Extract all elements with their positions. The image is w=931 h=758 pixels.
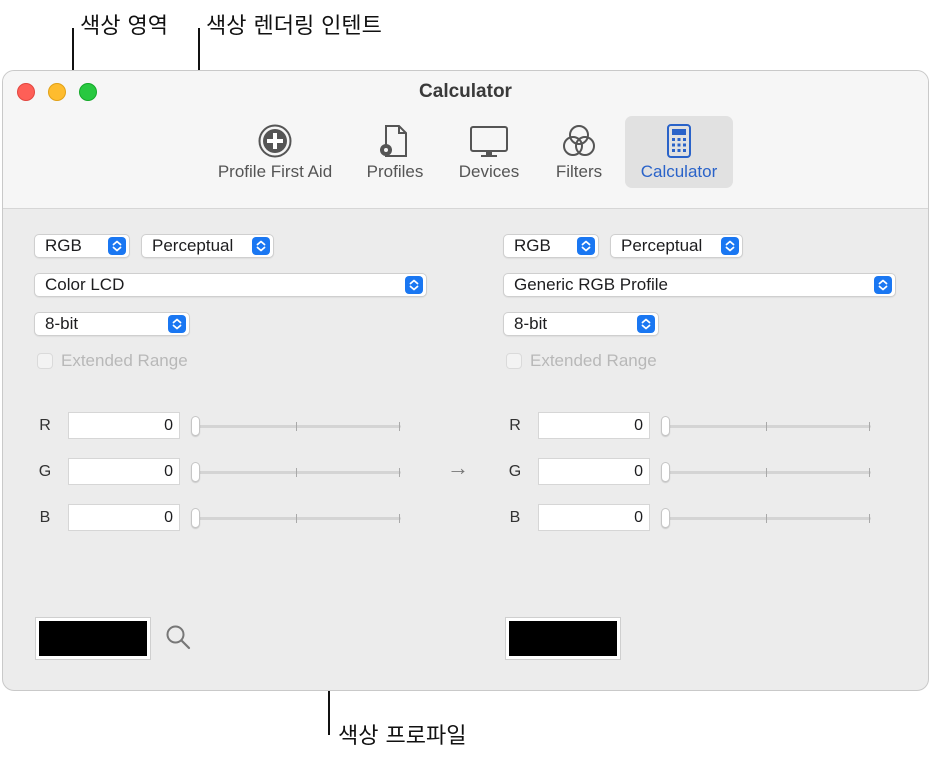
chevron-updown-icon — [252, 237, 270, 255]
window-title: Calculator — [419, 81, 512, 102]
slider-tick — [296, 422, 297, 431]
first-aid-icon — [258, 124, 292, 158]
left-channel-r-label: R — [39, 417, 51, 434]
slider-tick — [296, 468, 297, 477]
magnifier-icon[interactable] — [165, 624, 191, 650]
slider-tick — [766, 422, 767, 431]
right-bit-depth-popup[interactable]: 8-bit — [503, 312, 659, 336]
callout-rendering-intent: 색상 렌더링 인텐트 — [206, 14, 382, 39]
left-extended-range-checkbox[interactable] — [37, 353, 53, 369]
left-channel-r-slider[interactable] — [193, 425, 401, 428]
right-rendering-intent-popup[interactable]: Perceptual — [610, 234, 743, 258]
callout-color-space: 색상 영역 — [80, 14, 168, 39]
slider-tick — [869, 422, 870, 431]
right-channel-r-slider[interactable] — [663, 425, 871, 428]
slider-tick — [399, 468, 400, 477]
calculator-window: Calculator Profile First Aid Profiles De… — [2, 70, 929, 691]
right-channel-g-label: G — [508, 463, 522, 480]
toolbar-item-calculator[interactable]: Calculator — [625, 116, 733, 188]
calculator-icon — [667, 124, 691, 158]
right-channel-b-label: B — [509, 509, 521, 526]
right-channel-r-label: R — [509, 417, 521, 434]
popup-value: Perceptual — [152, 236, 234, 255]
filters-icon — [563, 125, 595, 156]
slider-tick — [399, 422, 400, 431]
right-channel-b-slider[interactable] — [663, 517, 871, 520]
left-channel-b-label: B — [39, 509, 51, 526]
slider-knob[interactable] — [661, 508, 670, 528]
slider-knob[interactable] — [191, 508, 200, 528]
left-channel-g-slider[interactable] — [193, 471, 401, 474]
right-extended-range-checkbox[interactable] — [506, 353, 522, 369]
slider-tick — [399, 514, 400, 523]
conversion-arrow-icon: → — [447, 455, 469, 480]
chevron-updown-icon — [637, 315, 655, 333]
popup-value: 8-bit — [514, 314, 548, 333]
slider-knob[interactable] — [191, 416, 200, 436]
popup-value: Color LCD — [45, 275, 125, 294]
left-channel-g-label: G — [38, 463, 52, 480]
slider-knob[interactable] — [191, 462, 200, 482]
right-channel-g-slider[interactable] — [663, 471, 871, 474]
popup-value: RGB — [45, 236, 82, 255]
right-channel-b-field[interactable]: 0 — [538, 504, 650, 531]
toolbar-item-profile-first-aid[interactable]: Profile First Aid — [203, 116, 347, 188]
chevron-updown-icon — [168, 315, 186, 333]
toolbar-label: Filters — [555, 162, 603, 181]
slider-knob[interactable] — [661, 462, 670, 482]
left-color-space-popup[interactable]: RGB — [34, 234, 130, 258]
toolbar-label: Profiles — [366, 162, 424, 181]
right-extended-range-label: Extended Range — [530, 351, 657, 370]
popup-value: Generic RGB Profile — [514, 275, 668, 294]
chevron-updown-icon — [108, 237, 126, 255]
slider-tick — [869, 468, 870, 477]
right-color-space-popup[interactable]: RGB — [503, 234, 599, 258]
left-profile-popup[interactable]: Color LCD — [34, 273, 427, 297]
toolbar-label: Profile First Aid — [217, 162, 333, 181]
chevron-updown-icon — [874, 276, 892, 294]
left-channel-g-field[interactable]: 0 — [68, 458, 180, 485]
right-profile-popup[interactable]: Generic RGB Profile — [503, 273, 896, 297]
toolbar-item-filters[interactable]: Filters — [543, 116, 615, 188]
popup-value: 8-bit — [45, 314, 79, 333]
toolbar-label: Devices — [458, 162, 520, 181]
left-color-swatch — [35, 617, 151, 660]
left-channel-b-field[interactable]: 0 — [68, 504, 180, 531]
left-channel-b-slider[interactable] — [193, 517, 401, 520]
toolbar-item-profiles[interactable]: Profiles — [357, 116, 433, 188]
callout-color-profile: 색상 프로파일 — [338, 724, 467, 749]
left-channel-r-field[interactable]: 0 — [68, 412, 180, 439]
profiles-icon — [380, 125, 407, 157]
popup-value: RGB — [514, 236, 551, 255]
left-extended-range-label: Extended Range — [61, 351, 188, 370]
chevron-updown-icon — [721, 237, 739, 255]
slider-knob[interactable] — [661, 416, 670, 436]
left-rendering-intent-popup[interactable]: Perceptual — [141, 234, 274, 258]
chevron-updown-icon — [577, 237, 595, 255]
right-color-swatch — [505, 617, 621, 660]
toolbar-label: Calculator — [640, 162, 718, 181]
right-channel-r-field[interactable]: 0 — [538, 412, 650, 439]
slider-tick — [296, 514, 297, 523]
display-icon — [470, 126, 508, 157]
popup-value: Perceptual — [621, 236, 703, 255]
titlebar: Calculator Profile First Aid Profiles De… — [3, 71, 928, 209]
left-bit-depth-popup[interactable]: 8-bit — [34, 312, 190, 336]
right-channel-g-field[interactable]: 0 — [538, 458, 650, 485]
slider-tick — [766, 468, 767, 477]
toolbar-item-devices[interactable]: Devices — [447, 116, 531, 188]
slider-tick — [869, 514, 870, 523]
chevron-updown-icon — [405, 276, 423, 294]
slider-tick — [766, 514, 767, 523]
